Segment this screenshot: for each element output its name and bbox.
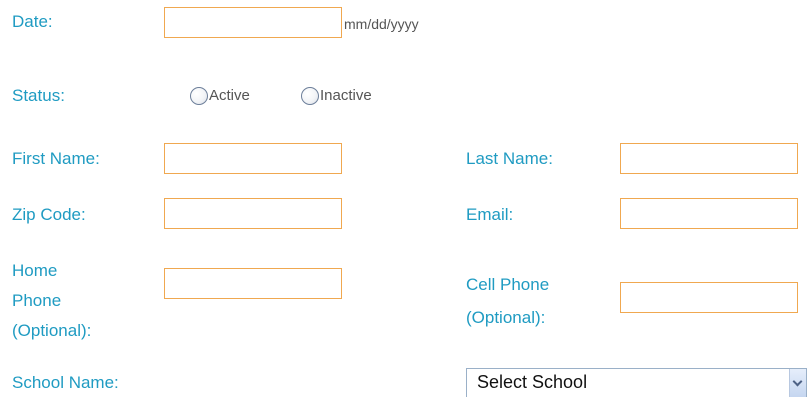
school-select[interactable]: Select School — [466, 368, 807, 397]
zip-code-input[interactable] — [164, 198, 342, 229]
school-name-label: School Name: — [12, 373, 119, 392]
school-select-value: Select School — [477, 372, 588, 392]
status-active-label[interactable]: Active — [209, 86, 250, 106]
cell-phone-input[interactable] — [620, 282, 798, 313]
date-input[interactable] — [164, 7, 342, 38]
date-label: Date: — [12, 12, 53, 31]
last-name-label: Last Name: — [466, 149, 553, 168]
date-format-hint: mm/dd/yyyy — [344, 16, 419, 32]
first-name-input[interactable] — [164, 143, 342, 174]
status-active-radio[interactable] — [190, 87, 208, 105]
zip-code-label: Zip Code: — [12, 205, 86, 224]
first-name-label: First Name: — [12, 149, 100, 168]
status-label: Status: — [12, 86, 65, 105]
cell-phone-label-line-1: Cell Phone — [466, 275, 550, 294]
home-phone-label-line-1: Home — [12, 261, 58, 280]
cell-phone-label-line-2: (Optional): — [466, 308, 546, 327]
status-inactive-label[interactable]: Inactive — [320, 86, 372, 106]
home-phone-label-line-3: (Optional): — [12, 321, 92, 340]
email-label: Email: — [466, 205, 514, 224]
home-phone-label-line-2: Phone — [12, 291, 62, 310]
status-inactive-radio[interactable] — [301, 87, 319, 105]
registration-form: Date: mm/dd/yyyy Status: Active Inactive… — [0, 0, 807, 397]
last-name-input[interactable] — [620, 143, 798, 174]
home-phone-input[interactable] — [164, 268, 342, 299]
chevron-down-icon[interactable] — [789, 369, 806, 397]
email-input[interactable] — [620, 198, 798, 229]
